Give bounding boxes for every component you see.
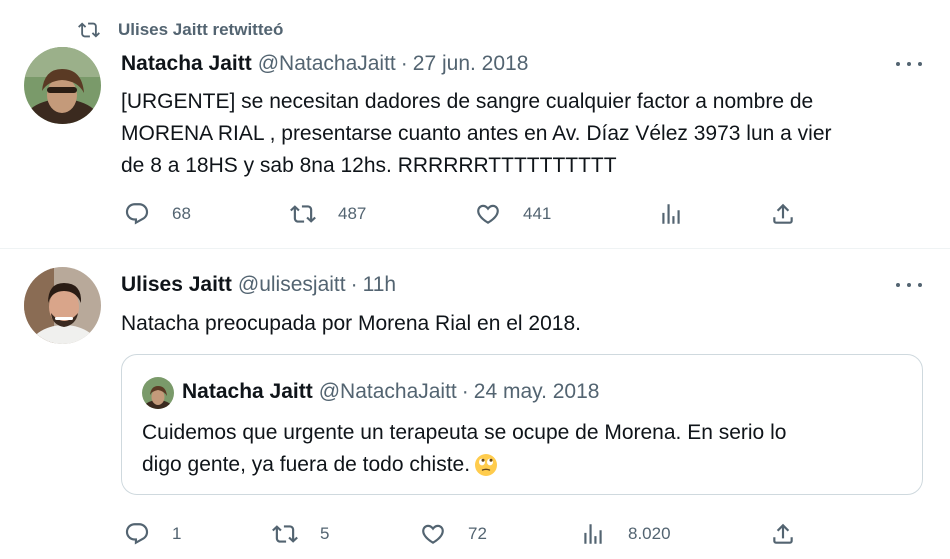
retweet-label[interactable]: Ulises Jaitt retwitteó [118,20,283,40]
tweet-text: Natacha preocupada por Morena Rial en el… [121,312,581,335]
retweet-button[interactable]: 487 [290,201,366,227]
tweet-timestamp[interactable]: 11h [363,273,396,297]
share-icon [773,523,793,544]
author-name[interactable]: Ulises Jaitt [121,273,232,297]
tweet-text: [URGENTE] se necesitan dadores de sangre… [121,86,921,182]
views-button[interactable]: 8.020 [580,521,671,547]
tweet-text-line: [URGENTE] se necesitan dadores de sangre… [121,90,814,113]
reply-icon [125,523,149,545]
like-button[interactable]: 441 [475,201,551,227]
quoted-tweet-card[interactable]: Natacha Jaitt @NatachaJaitt · 24 may. 20… [121,354,923,495]
quoted-text-line: Cuidemos que urgente un terapeuta se ocu… [142,421,787,444]
like-icon [477,204,499,224]
view-count: 8.020 [628,524,671,543]
separator-dot: · [400,52,408,75]
reply-count: 68 [172,204,191,223]
share-icon [773,203,793,224]
retweet-icon [78,22,100,38]
quoted-author-handle: @NatachaJaitt [318,380,457,403]
quoted-tweet-text: Cuidemos que urgente un terapeuta se ocu… [142,417,902,481]
quoted-timestamp: 24 may. 2018 [473,380,600,403]
more-options-button[interactable] [896,54,922,74]
like-count: 441 [523,204,552,223]
retweet-context: Ulises Jaitt retwitteó [78,19,283,41]
like-count: 72 [468,524,487,543]
tweet-header: Natacha Jaitt @NatachaJaitt · 27 jun. 20… [121,52,528,76]
face-with-rolling-eyes-emoji [475,454,498,477]
quoted-author-name: Natacha Jaitt [182,380,313,403]
retweet-count: 5 [320,524,330,543]
analytics-icon [662,204,680,224]
retweeted-tweet[interactable]: Ulises Jaitt retwitteó Natacha Jaitt @Na… [0,0,950,248]
avatar[interactable] [24,267,101,344]
reply-button[interactable]: 1 [124,521,181,547]
analytics-icon [584,524,602,544]
reply-icon [125,203,149,225]
separator-dot: · [350,273,358,296]
retweet-icon [272,525,298,543]
reply-button[interactable]: 68 [124,201,191,227]
quoted-text-line: digo gente, ya fuera de todo chiste. [142,449,902,481]
tweet-header: Ulises Jaitt @ulisesjaitt · 11h [121,273,396,297]
tweet-timestamp[interactable]: 27 jun. 2018 [413,52,529,76]
quoted-tweet-header: Natacha Jaitt @NatachaJaitt · 24 may. 20… [182,380,599,404]
tweet-text-line: MORENA RIAL , presentarse cuanto antes e… [121,122,832,145]
like-icon [422,524,444,544]
more-options-button[interactable] [896,275,922,295]
tweet-text-line: de 8 a 18HS y sab 8na 12hs. RRRRRRTTTTTT… [121,154,617,177]
more-icon [896,283,900,287]
share-button[interactable] [770,521,796,547]
separator-dot: · [461,380,469,403]
retweet-icon [290,205,316,223]
share-button[interactable] [770,201,796,227]
more-icon [896,62,900,66]
author-handle[interactable]: @NatachaJaitt [258,52,396,76]
analytics-button[interactable] [658,201,684,227]
retweet-button[interactable]: 5 [272,521,329,547]
reply-count: 1 [172,524,182,543]
quoted-avatar [142,377,174,409]
author-name[interactable]: Natacha Jaitt [121,52,252,76]
author-handle[interactable]: @ulisesjaitt [238,273,346,297]
tweet-divider [0,248,950,249]
avatar[interactable] [24,47,101,124]
like-button[interactable]: 72 [420,521,487,547]
retweet-count: 487 [338,204,367,223]
